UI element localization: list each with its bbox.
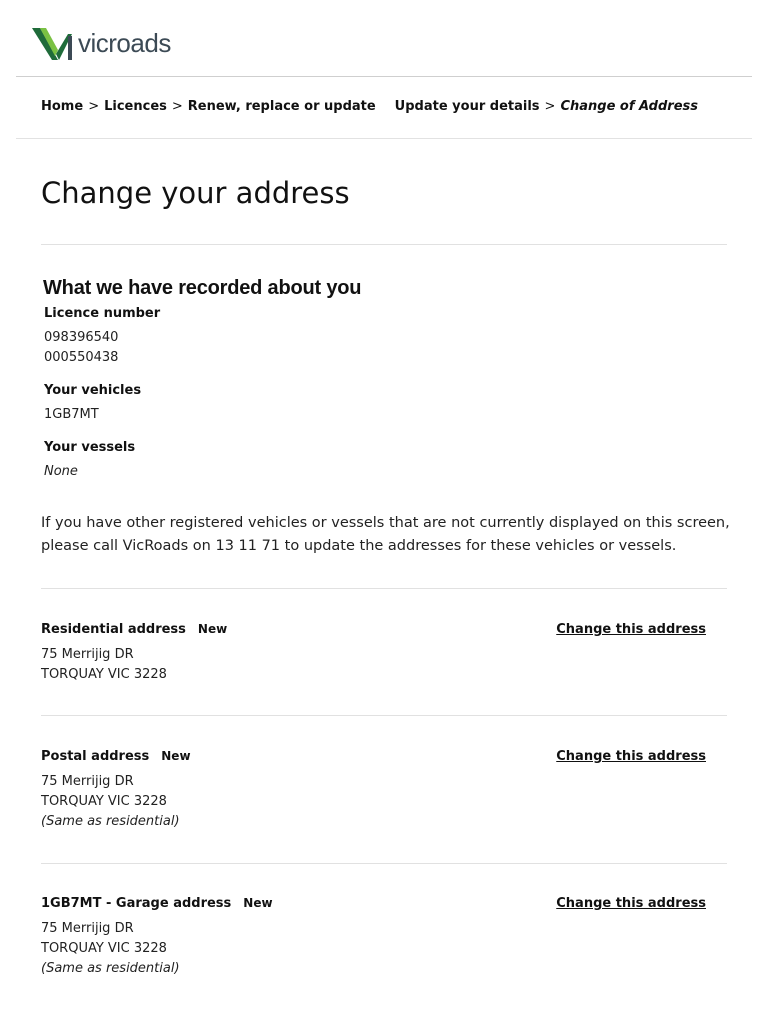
breadcrumb: Home > Licences > Renew, replace or update Up… (16, 77, 752, 139)
new-badge: New (243, 896, 273, 910)
breadcrumb-separator: > (544, 99, 556, 114)
site-header: vicroads (16, 0, 752, 77)
address-note: (Same as residential) (41, 814, 180, 829)
address-line: 75 Merrijig DR (41, 774, 134, 789)
vicroads-logo[interactable]: vicroads (32, 24, 171, 62)
vessels-label: Your vessels (44, 440, 136, 455)
new-badge: New (161, 749, 191, 763)
new-badge: New (197, 622, 228, 636)
change-residential-address-link[interactable]: Change this address (556, 622, 706, 637)
breadcrumb-renew-replace-update[interactable]: Renew, replace or update (188, 99, 376, 114)
licence-number-value: 000550438 (44, 350, 119, 365)
breadcrumb-current: Change of Address (560, 99, 698, 114)
page-title: Change your address (41, 176, 350, 210)
breadcrumb-home[interactable]: Home (41, 99, 83, 114)
address-note: (Same as residential) (41, 961, 180, 976)
info-text: If you have other registered vehicles or… (41, 515, 730, 554)
recorded-heading: What we have recorded about you (43, 277, 362, 299)
address-line: 75 Merrijig DR (41, 647, 134, 662)
address-line: TORQUAY VIC 3228 (41, 941, 167, 956)
breadcrumb-separator: > (171, 99, 183, 114)
breadcrumb-licences[interactable]: Licences (104, 99, 167, 114)
change-postal-address-link[interactable]: Change this address (556, 749, 706, 764)
divider (41, 588, 727, 589)
divider (41, 715, 727, 716)
logo-text: vicroads (78, 28, 171, 58)
breadcrumb-update-details[interactable]: Update your details (395, 99, 540, 114)
address-title-text: Postal address (41, 749, 150, 764)
change-garage-address-link[interactable]: Change this address (556, 896, 706, 911)
divider (41, 863, 727, 864)
garage-address-title: 1GB7MT - Garage address New (41, 896, 273, 911)
address-line: TORQUAY VIC 3228 (41, 794, 167, 809)
address-title-text: Residential address (41, 622, 186, 637)
vicroads-v-icon (32, 28, 72, 60)
licence-number-label: Licence number (44, 306, 161, 321)
residential-address-title: Residential address New (41, 622, 227, 637)
address-line: TORQUAY VIC 3228 (41, 667, 167, 682)
breadcrumb-separator: > (88, 99, 100, 114)
vehicle-value: 1GB7MT (44, 407, 99, 422)
vehicles-label: Your vehicles (44, 383, 142, 398)
address-line: 75 Merrijig DR (41, 921, 134, 936)
vessels-value: None (44, 464, 78, 479)
licence-number-value: 098396540 (44, 330, 119, 345)
divider (41, 244, 727, 245)
address-title-text: 1GB7MT - Garage address (41, 896, 232, 911)
postal-address-title: Postal address New (41, 749, 191, 764)
